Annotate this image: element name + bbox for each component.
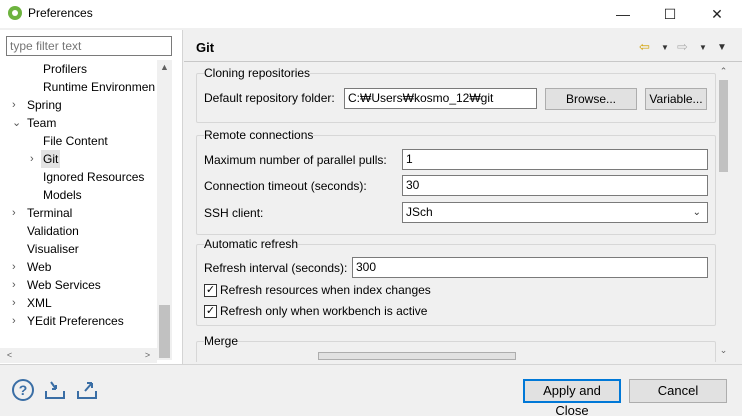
preference-page: Git ⇦ ▼ ⇨ ▼ ▼ Cloning repositories Defau… — [184, 30, 742, 364]
tree-item-ignored-resources[interactable]: Ignored Resources — [43, 168, 144, 186]
maximize-button[interactable]: ☐ — [647, 0, 693, 28]
remote-group-title: Remote connections — [204, 128, 314, 142]
chevron-right-icon[interactable]: › — [12, 204, 22, 222]
tree-vertical-scrollbar[interactable]: ▲ — [157, 60, 172, 360]
tree-item-label: Team — [27, 116, 57, 130]
variable-button[interactable]: Variable... — [645, 88, 707, 110]
ssh-client-label: SSH client: — [204, 206, 264, 220]
index-changes-checkbox[interactable]: ✓ — [204, 284, 217, 297]
connection-timeout-input[interactable]: 30 — [402, 175, 708, 196]
chevron-down-icon[interactable]: ⌄ — [12, 114, 22, 132]
refresh-interval-label: Refresh interval (seconds): — [204, 261, 348, 275]
chevron-right-icon[interactable]: › — [12, 96, 22, 114]
tree-item-label: Web Services — [27, 278, 101, 292]
tree-item-label: Ignored Resources — [43, 170, 145, 184]
scroll-up-arrow-icon[interactable]: ⌃ — [716, 64, 731, 79]
tree-item-visualiser[interactable]: Visualiser — [27, 240, 79, 258]
tree-item-label: File Content — [43, 134, 108, 148]
tree-item-label: Validation — [27, 224, 79, 238]
tree-item-label: YEdit Preferences — [27, 314, 124, 328]
back-menu-dropdown-icon[interactable]: ▼ — [661, 39, 669, 57]
tree-item-label: Models — [43, 188, 82, 202]
parallel-pulls-input[interactable]: 1 — [402, 149, 708, 170]
default-folder-field[interactable]: C:₩Users₩kosmo_12₩git — [344, 88, 537, 109]
scroll-thumb[interactable] — [719, 80, 728, 172]
cloning-group-title: Cloning repositories — [204, 66, 311, 80]
ssh-client-select[interactable]: JSch ⌄ — [402, 202, 708, 223]
chevron-right-icon[interactable]: › — [30, 150, 40, 168]
preference-navigation: Profilers Runtime Environmen › Spring ⌄ … — [0, 30, 183, 364]
preference-tree: Profilers Runtime Environmen › Spring ⌄ … — [0, 60, 157, 360]
tree-item-git[interactable]: › Git — [0, 150, 157, 168]
minimize-button[interactable]: — — [600, 0, 646, 28]
scroll-left-arrow-icon[interactable]: < — [2, 348, 17, 363]
scroll-right-arrow-icon[interactable]: > — [140, 348, 155, 363]
tree-item-file-content[interactable]: File Content — [43, 132, 108, 150]
tree-item-terminal[interactable]: › Terminal — [0, 204, 157, 222]
view-menu-icon[interactable]: ▼ — [717, 39, 727, 57]
tree-item-label: XML — [27, 296, 52, 310]
title-separator — [184, 61, 742, 62]
scroll-up-arrow-icon[interactable]: ▲ — [157, 60, 172, 75]
refresh-interval-input[interactable]: 300 — [352, 257, 708, 278]
forward-arrow-icon[interactable]: ⇨ — [677, 38, 688, 56]
refresh-group-title: Automatic refresh — [204, 237, 299, 251]
default-folder-label: Default repository folder: — [204, 91, 335, 105]
ssh-client-value: JSch — [406, 205, 433, 219]
tree-item-team[interactable]: ⌄ Team — [0, 114, 157, 132]
chevron-right-icon[interactable]: › — [12, 312, 22, 330]
content-vertical-scrollbar[interactable]: ⌃ ⌄ — [716, 64, 731, 362]
index-changes-label: Refresh resources when index changes — [220, 283, 431, 297]
tree-item-label: Profilers — [43, 62, 88, 76]
chevron-down-icon[interactable]: ⌄ — [693, 203, 701, 222]
chevron-right-icon[interactable]: › — [12, 258, 22, 276]
tree-item-label: Git — [41, 150, 61, 168]
apply-and-close-button[interactable]: Apply and Close — [523, 379, 621, 416]
close-button[interactable]: ✕ — [694, 0, 740, 28]
tree-item-xml[interactable]: › XML — [0, 294, 157, 312]
connection-timeout-label: Connection timeout (seconds): — [204, 179, 367, 193]
window-title: Preferences — [28, 6, 93, 20]
chevron-right-icon[interactable]: › — [12, 276, 22, 294]
tree-item-label: Web — [27, 260, 52, 274]
parallel-pulls-label: Maximum number of parallel pulls: — [204, 153, 387, 167]
title-bar: Preferences — ☐ ✕ — [0, 0, 742, 28]
merge-strategy-control[interactable] — [318, 352, 516, 360]
spring-leaf-icon — [8, 6, 22, 20]
tree-item-yedit-preferences[interactable]: › YEdit Preferences — [0, 312, 157, 330]
workbench-active-label: Refresh only when workbench is active — [220, 304, 428, 318]
tree-item-label: Visualiser — [27, 242, 79, 256]
page-title: Git — [196, 40, 215, 55]
tree-item-label: Runtime Environmen — [43, 80, 156, 94]
git-settings: Cloning repositories Default repository … — [196, 64, 716, 362]
workbench-active-checkbox[interactable]: ✓ — [204, 305, 217, 318]
tree-horizontal-scrollbar[interactable]: < > — [0, 348, 157, 363]
merge-group-title: Merge — [204, 334, 239, 348]
browse-button[interactable]: Browse... — [545, 88, 637, 110]
import-icon[interactable] — [44, 380, 66, 400]
export-icon[interactable] — [76, 380, 98, 400]
button-bar-separator — [0, 364, 742, 365]
tree-item-validation[interactable]: Validation — [27, 222, 79, 240]
tree-item-runtime-environments[interactable]: Runtime Environmen — [43, 78, 155, 96]
tree-item-models[interactable]: Models — [43, 186, 82, 204]
help-icon[interactable]: ? — [12, 379, 34, 401]
tree-item-spring[interactable]: › Spring — [0, 96, 157, 114]
tree-item-web[interactable]: › Web — [0, 258, 157, 276]
chevron-right-icon[interactable]: › — [12, 294, 22, 312]
forward-menu-dropdown-icon[interactable]: ▼ — [699, 39, 707, 57]
tree-item-profilers[interactable]: Profilers — [43, 60, 87, 78]
scroll-down-arrow-icon[interactable]: ⌄ — [716, 343, 731, 358]
tree-item-label: Terminal — [27, 206, 73, 220]
scroll-thumb[interactable] — [159, 305, 170, 358]
tree-item-web-services[interactable]: › Web Services — [0, 276, 157, 294]
back-arrow-icon[interactable]: ⇦ — [639, 38, 650, 56]
filter-input[interactable] — [6, 36, 172, 56]
tree-item-label: Spring — [27, 98, 62, 112]
cancel-button[interactable]: Cancel — [629, 379, 727, 403]
